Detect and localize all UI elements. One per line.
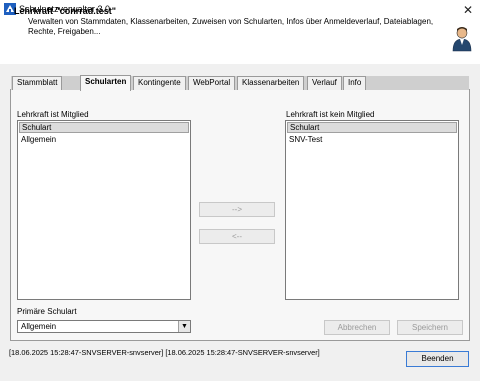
page-title: Lehrkraft "conrrad.test" (14, 6, 117, 16)
non-member-list-column-header[interactable]: Schulart (287, 122, 457, 133)
non-member-list[interactable]: Schulart SNV-Test (285, 120, 459, 300)
tab-schularten[interactable]: Schularten (80, 75, 132, 91)
list-item[interactable]: Allgemein (18, 134, 190, 145)
primary-schulart-label: Primäre Schulart (17, 307, 77, 316)
tab-stammblatt[interactable]: Stammblatt (12, 76, 63, 90)
remove-schulart-button[interactable]: <-- (199, 229, 275, 244)
tab-kontingente[interactable]: Kontingente (133, 76, 186, 90)
primary-schulart-value: Allgemein (21, 322, 57, 331)
tab-klassenarbeiten[interactable]: Klassenarbeiten (237, 76, 305, 90)
member-list-column-header[interactable]: Schulart (19, 122, 189, 133)
close-window-button[interactable]: ✕ (456, 0, 480, 20)
tab-webportal[interactable]: WebPortal (188, 76, 236, 90)
status-log: [18.06.2025 15:28:47-SNVSERVER-snvserver… (9, 348, 320, 357)
teacher-avatar-icon (452, 27, 472, 52)
non-member-list-label: Lehrkraft ist kein Mitglied (286, 110, 375, 119)
chevron-down-icon[interactable]: ▼ (178, 321, 190, 332)
page-description: Verwalten von Stammdaten, Klassenarbeite… (28, 17, 434, 36)
list-item[interactable]: SNV-Test (286, 134, 458, 145)
tab-verlauf[interactable]: Verlauf (307, 76, 342, 90)
save-button[interactable]: Speichern (397, 320, 463, 335)
exit-button[interactable]: Beenden (406, 351, 469, 367)
member-list-label: Lehrkraft ist Mitglied (17, 110, 89, 119)
primary-schulart-select[interactable]: Allgemein ▼ (17, 320, 191, 333)
cancel-button[interactable]: Abbrechen (324, 320, 390, 335)
add-schulart-button[interactable]: --> (199, 202, 275, 217)
tab-info[interactable]: Info (343, 76, 367, 90)
member-list[interactable]: Schulart Allgemein (17, 120, 191, 300)
